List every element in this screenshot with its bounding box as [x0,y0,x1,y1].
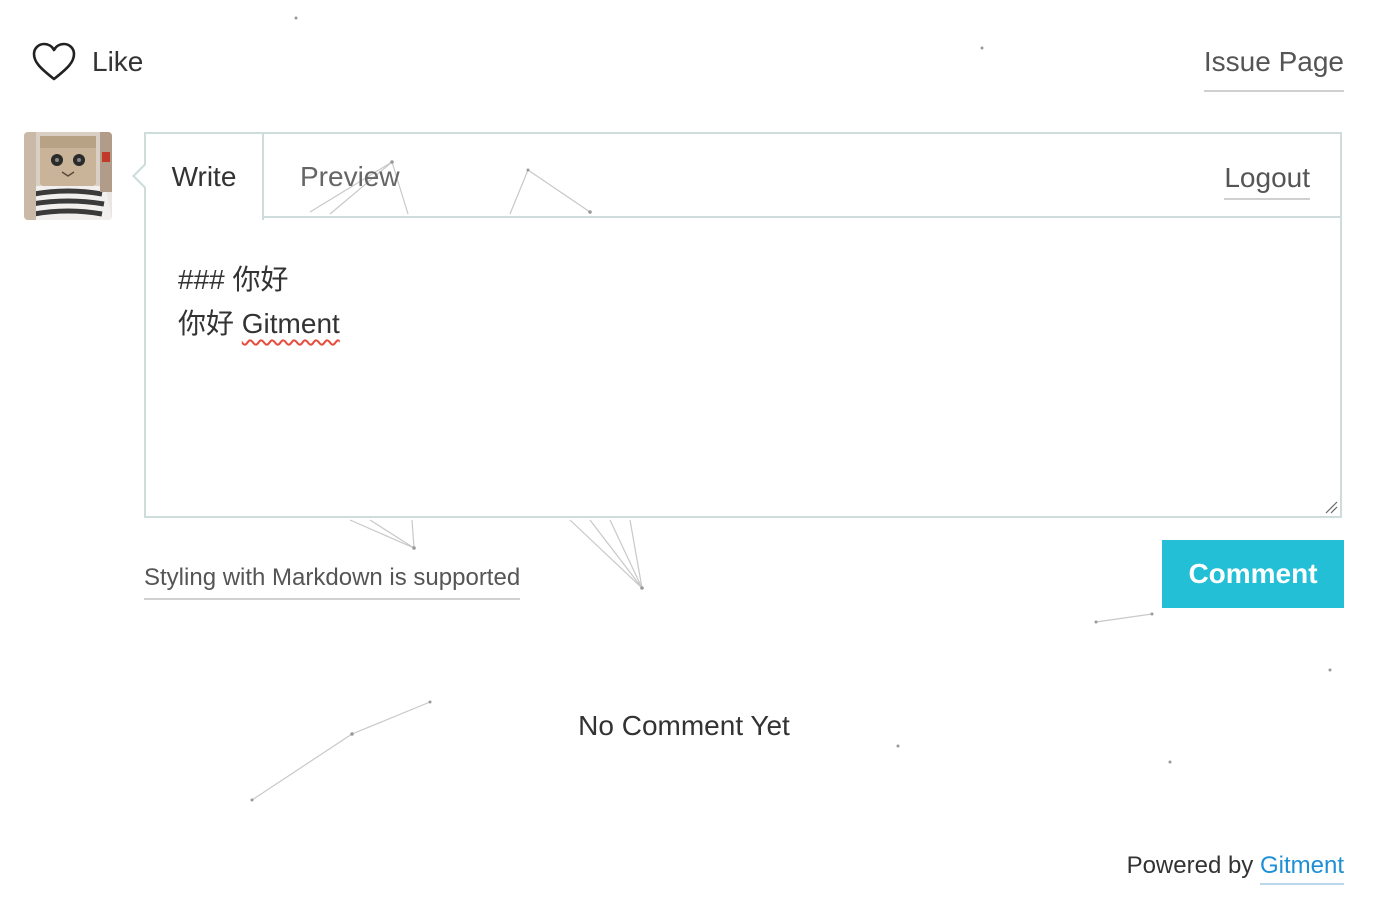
like-button[interactable]: Like [32,42,143,82]
gitment-link[interactable]: Gitment [1259,852,1344,885]
heart-icon[interactable] [32,42,76,82]
misspelled-word: Gitment [241,308,340,339]
comment-submit-button[interactable]: Comment [1162,540,1344,608]
editor-tabs: Write Preview Logout [146,134,1340,220]
user-avatar[interactable] [24,132,112,220]
textarea-line-2-prefix: 你好 [178,308,242,339]
tab-write[interactable]: Write [146,134,264,220]
comment-editor: Write Preview Logout ### 你好 你好 Gitment [132,132,1342,518]
powered-by-text: Powered by [1126,852,1260,879]
footer-credit: Powered by Gitment [1126,852,1344,885]
comment-header: Like Issue Page [0,0,1380,100]
like-label[interactable]: Like [92,46,143,78]
tab-preview[interactable]: Preview [300,134,400,218]
logout-link[interactable]: Logout [1224,162,1310,200]
markdown-support-link[interactable]: Styling with Markdown is supported [144,564,521,600]
avatar-cat-image [24,132,112,220]
no-comment-text: No Comment Yet [578,710,790,741]
issue-page-link[interactable]: Issue Page [1203,46,1344,92]
resize-handle-icon[interactable] [1324,500,1338,514]
comment-textarea[interactable]: ### 你好 你好 Gitment [146,220,1340,516]
textarea-line-2: 你好 Gitment [178,302,340,342]
no-comment-message: No Comment Yet [0,710,1380,742]
textarea-line-1: ### 你好 [178,264,289,295]
